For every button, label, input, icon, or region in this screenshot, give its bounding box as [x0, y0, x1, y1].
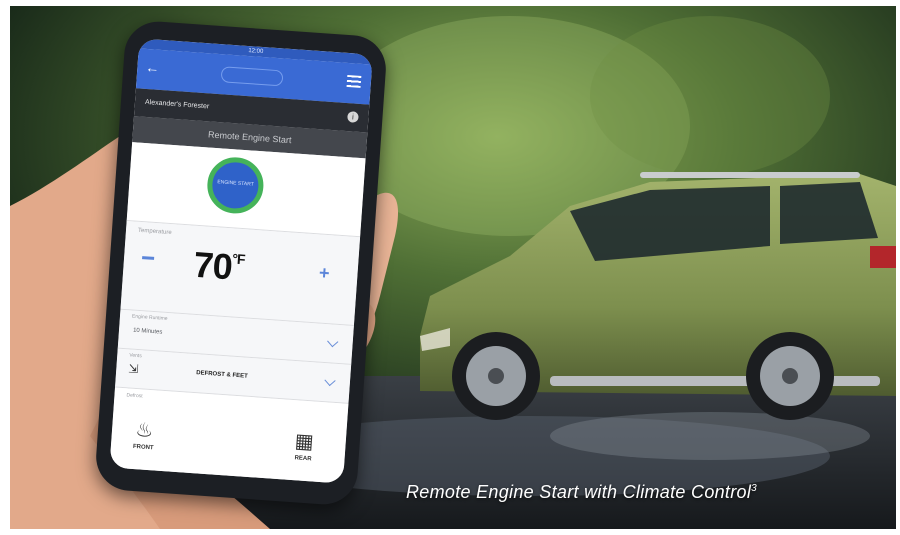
chevron-down-icon: [324, 374, 336, 387]
minus-icon[interactable]: [142, 256, 155, 260]
front-defrost-label: FRONT: [132, 443, 154, 452]
photo-frame: 12:00 ← Alexander's Forester i Remote En…: [10, 6, 896, 529]
temperature-value: 70°F: [192, 243, 246, 288]
seat-vent-icon: ⇲: [127, 361, 139, 377]
temperature-unit: °F: [231, 250, 246, 268]
vent-mode-value: DEFROST & FEET: [195, 370, 248, 380]
footnote-marker: 3: [751, 483, 758, 494]
back-arrow-icon[interactable]: ←: [145, 59, 160, 76]
smartphone: 12:00 ← Alexander's Forester i Remote En…: [93, 19, 389, 507]
rear-defrost-icon: ▦: [294, 430, 315, 454]
vehicle-name: Alexander's Forester: [144, 98, 210, 111]
runtime-label: Engine Runtime: [131, 313, 168, 323]
vent-label: Vents: [129, 352, 142, 360]
app-logo: [220, 66, 284, 87]
front-defrost-button[interactable]: ♨ FRONT: [133, 417, 156, 451]
runtime-value: 10 Minutes: [132, 327, 163, 336]
caption: Remote Engine Start with Climate Control…: [406, 482, 758, 502]
phone-screen: 12:00 ← Alexander's Forester i Remote En…: [109, 38, 373, 484]
temperature-control: Temperature 70°F +: [120, 220, 361, 327]
engine-start-button[interactable]: ENGINE START: [205, 155, 266, 216]
temperature-label: Temperature: [137, 227, 172, 237]
rear-defrost-label: REAR: [294, 455, 312, 463]
plus-icon[interactable]: +: [318, 262, 330, 284]
info-icon[interactable]: i: [347, 111, 359, 123]
front-defrost-icon: ♨: [134, 419, 155, 443]
chevron-down-icon: [327, 335, 339, 348]
rear-defrost-button[interactable]: ▦ REAR: [293, 428, 314, 462]
menu-icon[interactable]: [346, 74, 362, 88]
defrost-controls: Defrost ♨ FRONT ▦ REAR: [109, 387, 349, 484]
defrost-label: Defrost: [126, 392, 143, 400]
